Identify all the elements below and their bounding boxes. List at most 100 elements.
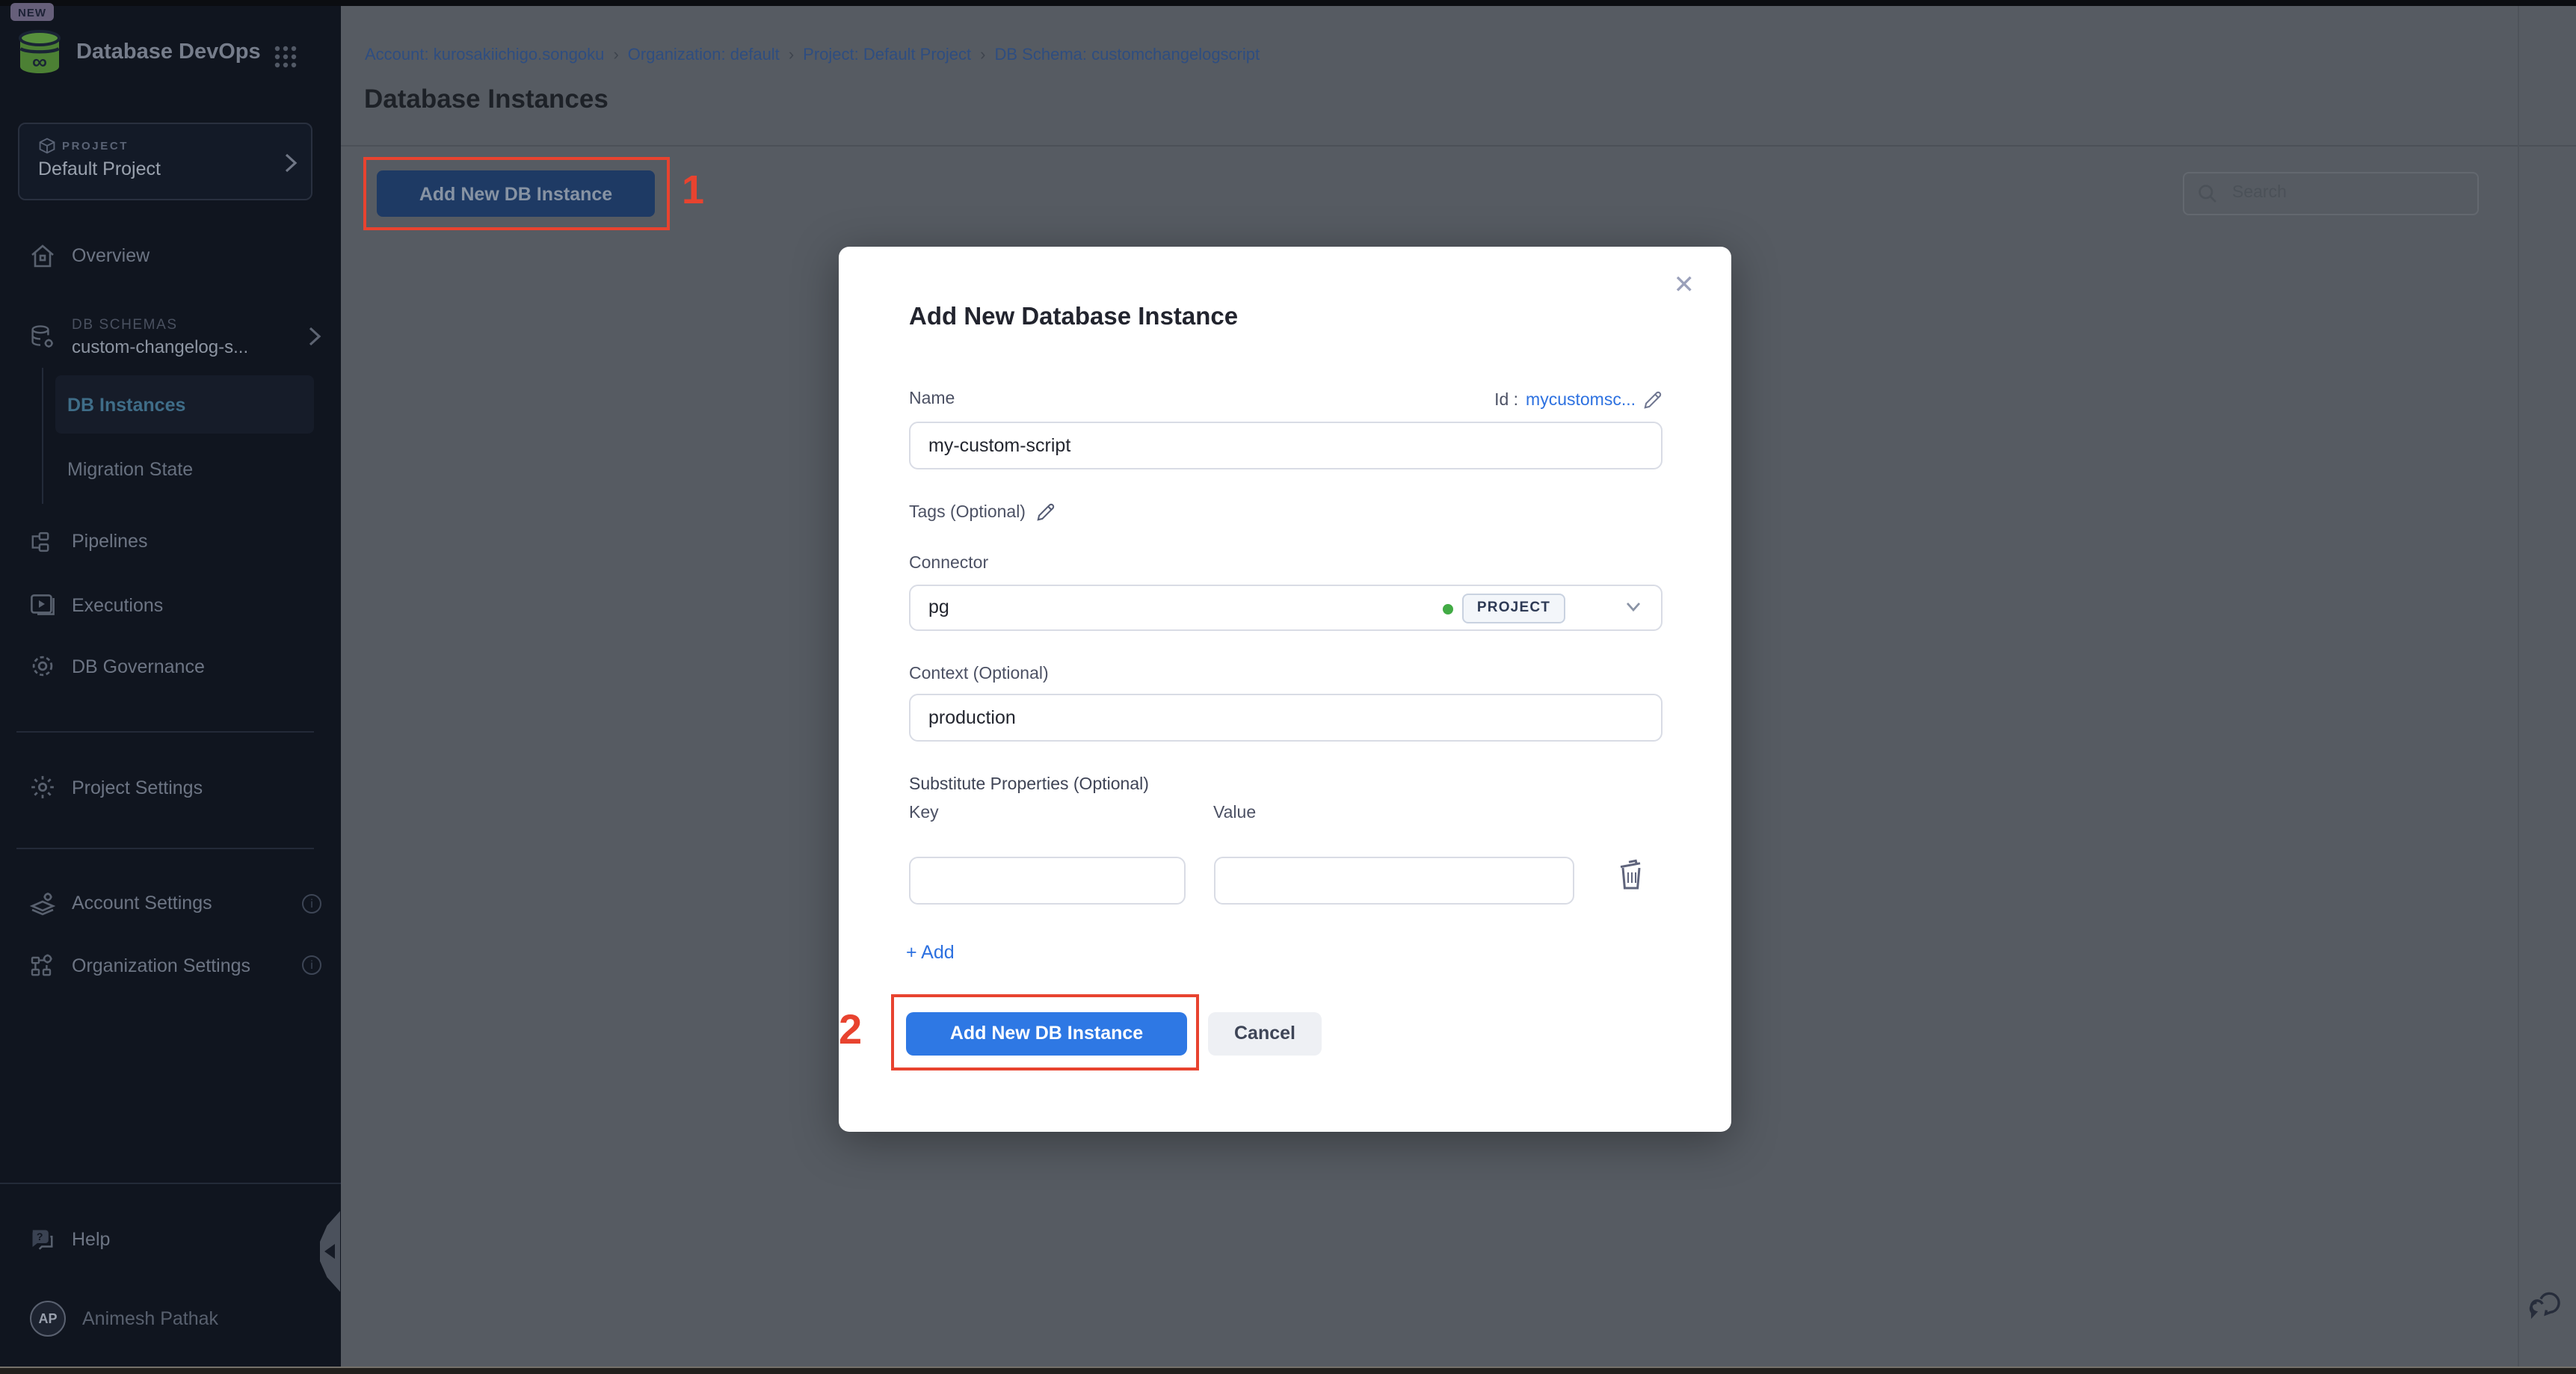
connector-label: Connector bbox=[909, 555, 988, 573]
sidebar-item-account-settings[interactable]: Account Settings i bbox=[30, 887, 321, 919]
modal-title: Add New Database Instance bbox=[909, 304, 1238, 332]
value-column-label: Value bbox=[1213, 804, 1256, 822]
connector-status-dot bbox=[1443, 604, 1453, 614]
chevron-down-icon bbox=[1625, 601, 1642, 613]
sidebar-item-label: Organization Settings bbox=[72, 955, 250, 976]
window-top-bar bbox=[0, 0, 2576, 6]
project-selector[interactable]: PROJECT Default Project bbox=[17, 122, 312, 200]
edit-pencil-icon[interactable] bbox=[1036, 502, 1056, 522]
info-icon[interactable]: i bbox=[302, 893, 321, 913]
annotation-box-step1 bbox=[363, 157, 669, 229]
sidebar-item-overview[interactable]: Overview bbox=[30, 239, 321, 272]
cancel-button[interactable]: Cancel bbox=[1208, 1012, 1322, 1055]
svg-text:∞: ∞ bbox=[32, 49, 47, 73]
breadcrumb-organization[interactable]: Organization: default bbox=[628, 46, 780, 64]
chevron-right-icon bbox=[283, 152, 297, 173]
breadcrumb-separator: › bbox=[789, 46, 794, 64]
layers-gear-icon bbox=[30, 890, 55, 916]
name-input[interactable] bbox=[909, 421, 1663, 469]
sidebar-item-organization-settings[interactable]: Organization Settings i bbox=[30, 949, 321, 982]
context-label: Context (Optional) bbox=[909, 665, 1049, 683]
sidebar-item-label: Project Settings bbox=[72, 777, 203, 798]
org-chart-gear-icon bbox=[30, 952, 55, 978]
content-right-divider bbox=[2517, 6, 2518, 1368]
sidebar: ∞ Database DevOps PROJECT Default Projec… bbox=[0, 0, 340, 1368]
chat-support-icon[interactable] bbox=[2526, 1284, 2562, 1320]
gear-icon bbox=[30, 774, 55, 800]
annotation-box-step2 bbox=[891, 994, 1199, 1070]
substitute-key-input[interactable] bbox=[909, 856, 1186, 904]
screen: Account: kurosakiichigo.songoku › Organi… bbox=[0, 0, 2576, 1374]
breadcrumb-project[interactable]: Project: Default Project bbox=[803, 46, 971, 64]
sidebar-item-label: DB Governance bbox=[72, 656, 205, 677]
collapse-arrow-icon bbox=[324, 1244, 335, 1259]
header-divider bbox=[340, 144, 2576, 146]
chevron-right-icon bbox=[308, 326, 321, 347]
governance-gear-icon bbox=[30, 653, 55, 679]
connector-scope-badge: PROJECT bbox=[1462, 593, 1565, 623]
db-schemas-section-label: DB SCHEMAS bbox=[72, 316, 248, 333]
pipelines-icon bbox=[30, 529, 55, 554]
cube-icon bbox=[38, 137, 55, 153]
annotation-number-2: 2 bbox=[839, 1006, 862, 1054]
executions-icon bbox=[30, 592, 55, 617]
nav-tree-line bbox=[41, 368, 43, 504]
tags-label: Tags (Optional) bbox=[909, 503, 1026, 521]
breadcrumb-separator: › bbox=[613, 46, 618, 64]
id-label: Id : bbox=[1494, 391, 1518, 409]
breadcrumb-account[interactable]: Account: kurosakiichigo.songoku bbox=[365, 46, 604, 64]
sidebar-item-db-schemas[interactable]: DB SCHEMAS custom-changelog-s... bbox=[30, 305, 321, 368]
sidebar-item-project-settings[interactable]: Project Settings bbox=[30, 771, 321, 804]
annotation-number-1: 1 bbox=[682, 167, 704, 214]
connector-value: pg bbox=[928, 597, 949, 618]
edit-pencil-icon[interactable] bbox=[1643, 390, 1663, 410]
new-badge: NEW bbox=[10, 3, 54, 21]
sidebar-item-label: Help bbox=[72, 1229, 110, 1250]
svg-text:?: ? bbox=[37, 1230, 43, 1242]
breadcrumb-separator: › bbox=[980, 46, 985, 64]
name-label: Name bbox=[909, 390, 955, 408]
sidebar-item-migration-state[interactable]: Migration State bbox=[55, 453, 313, 484]
user-avatar[interactable]: AP bbox=[30, 1301, 66, 1337]
sidebar-item-label: Pipelines bbox=[72, 531, 147, 552]
user-name: Animesh Pathak bbox=[82, 1308, 218, 1329]
sidebar-item-db-governance[interactable]: DB Governance bbox=[30, 650, 321, 683]
db-schema-icon bbox=[30, 324, 55, 349]
db-schema-name: custom-changelog-s... bbox=[72, 336, 248, 357]
substitute-properties-label: Substitute Properties (Optional) bbox=[909, 775, 1149, 793]
user-menu[interactable]: AP Animesh Pathak bbox=[30, 1301, 321, 1337]
info-icon[interactable]: i bbox=[302, 955, 321, 975]
substitute-value-input[interactable] bbox=[1213, 856, 1574, 904]
sidebar-divider bbox=[0, 1182, 340, 1183]
sidebar-item-help[interactable]: ? Help bbox=[30, 1223, 321, 1256]
id-value-link[interactable]: mycustomsc... bbox=[1526, 391, 1636, 409]
sidebar-item-label: Executions bbox=[72, 594, 163, 615]
help-chat-icon: ? bbox=[30, 1227, 55, 1252]
add-property-row-link[interactable]: + Add bbox=[906, 942, 955, 963]
app-brand: ∞ Database DevOps bbox=[16, 28, 315, 75]
sidebar-divider bbox=[16, 847, 314, 848]
project-selector-label: PROJECT bbox=[62, 138, 129, 152]
module-grid-icon[interactable] bbox=[274, 45, 298, 69]
search-box[interactable] bbox=[2183, 171, 2479, 215]
sidebar-item-db-instances[interactable]: DB Instances bbox=[55, 375, 313, 434]
close-icon[interactable]: ✕ bbox=[1674, 271, 1695, 301]
sidebar-item-label: DB Instances bbox=[67, 394, 185, 415]
breadcrumb: Account: kurosakiichigo.songoku › Organi… bbox=[365, 46, 1260, 64]
key-column-label: Key bbox=[909, 804, 939, 822]
sidebar-item-executions[interactable]: Executions bbox=[30, 588, 321, 621]
page-title: Database Instances bbox=[364, 84, 608, 115]
connector-select[interactable]: pg PROJECT bbox=[909, 585, 1663, 630]
sidebar-item-pipelines[interactable]: Pipelines bbox=[30, 525, 321, 558]
context-input[interactable] bbox=[909, 694, 1663, 742]
app-name: Database DevOps bbox=[76, 40, 261, 64]
sidebar-item-label: Account Settings bbox=[72, 893, 212, 914]
database-devops-logo-icon: ∞ bbox=[16, 29, 63, 74]
sidebar-item-label: Overview bbox=[72, 245, 150, 266]
sidebar-item-label: Migration State bbox=[67, 458, 193, 479]
search-input[interactable] bbox=[2229, 183, 2459, 204]
breadcrumb-db-schema[interactable]: DB Schema: customchangelogscript bbox=[995, 46, 1260, 64]
sidebar-divider bbox=[16, 730, 314, 732]
delete-row-trash-icon[interactable] bbox=[1617, 857, 1645, 893]
project-selector-name: Default Project bbox=[38, 158, 161, 179]
